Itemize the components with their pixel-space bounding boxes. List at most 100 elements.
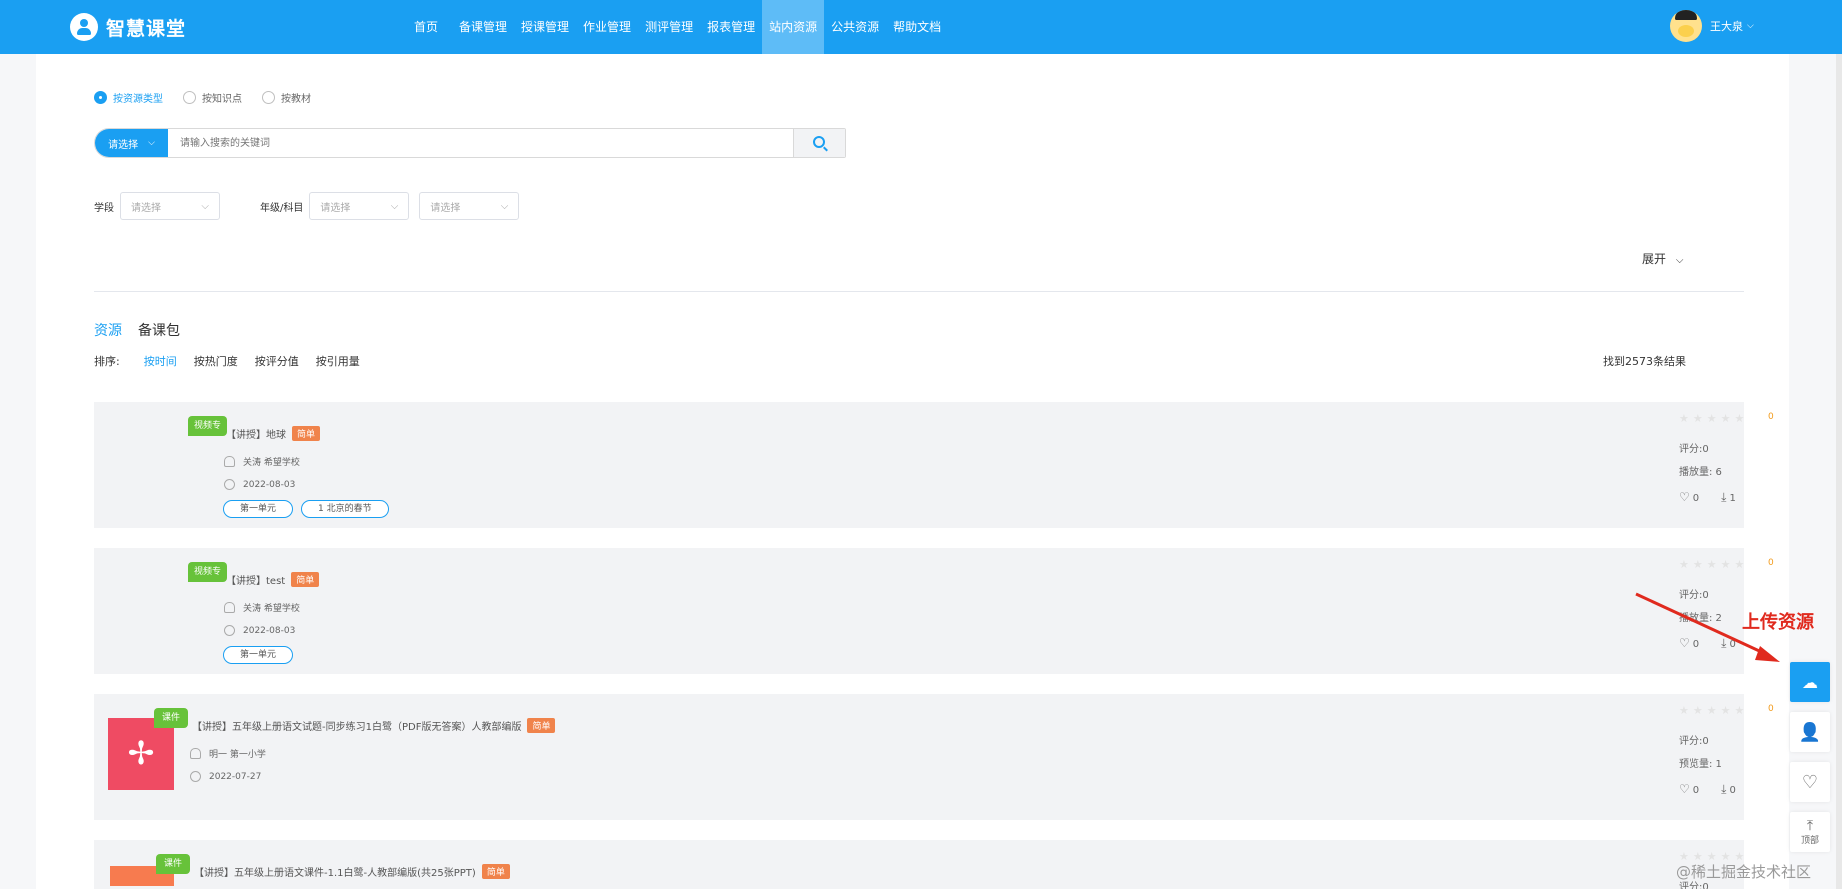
dropdown-placeholder: 请选择 (131, 202, 161, 214)
views: 播放量: 6 (1679, 467, 1722, 478)
card-title[interactable]: 【讲授】test (226, 572, 285, 587)
nav-reports[interactable]: 报表管理 (700, 0, 762, 54)
radio-label: 按教材 (281, 94, 311, 105)
download-button[interactable]: ⤓ 0 (1721, 636, 1736, 651)
card-title-row: 【讲授】五年级上册语文试题-同步练习1白鹭（PDF版无答案）人教部编版 简单 (192, 718, 556, 733)
download-button[interactable]: ⤓ 0 (1721, 782, 1736, 797)
card-actions: ♡ 0 ⤓ 0 (1679, 636, 1736, 651)
tag[interactable]: 第一单元 (223, 646, 294, 664)
score-panel: ★★★★★ 0 评分:0 播放量: 6 ♡ 0 ⤓ 1 (1679, 402, 1789, 528)
app-logo[interactable]: 智慧课堂 (70, 13, 186, 41)
contributor-button[interactable]: 👤 (1790, 712, 1830, 752)
author-row: 明一 第一小学 (190, 747, 266, 760)
like-button[interactable]: ♡ 0 (1679, 782, 1699, 797)
card-title-row: 【讲授】test 简单 (226, 572, 320, 587)
resource-card[interactable]: 课件 【讲授】五年级上册语文试题-同步练习1白鹭（PDF版无答案）人教部编版 简… (94, 694, 1774, 820)
content-tabs: 资源 备课包 (94, 320, 180, 340)
download-count: 0 (1729, 785, 1736, 796)
resource-card[interactable]: 课件 【讲授】五年级上册语文课件-1.1白鹭-人教部编版(共25张PPT) 简单… (94, 840, 1744, 889)
subject-dropdown[interactable]: 请选择 ⌵ (419, 192, 520, 220)
tab-resources[interactable]: 资源 (94, 320, 122, 340)
download-icon: ⤓ (1721, 490, 1727, 504)
date-row: 2022-08-03 (224, 625, 295, 636)
search-input[interactable] (168, 129, 793, 157)
like-count: 0 (1692, 493, 1700, 504)
card-title[interactable]: 【讲授】五年级上册语文试题-同步练习1白鹭（PDF版无答案）人教部编版 (192, 718, 521, 733)
sort-by-rating[interactable]: 按评分值 (255, 353, 299, 369)
sort-by-popularity[interactable]: 按热门度 (194, 353, 238, 369)
page-scrollbar[interactable] (1836, 54, 1842, 889)
user-upload-icon: 👤 (1798, 721, 1822, 743)
back-to-top-button[interactable]: ⤒ 顶部 (1790, 812, 1830, 852)
search-button[interactable] (793, 129, 845, 157)
main-nav: 首页 备课管理 授课管理 作业管理 测评管理 报表管理 站内资源 公共资源 帮助… (400, 0, 948, 54)
user-menu[interactable]: 王大泉 ⌵ (1670, 10, 1754, 42)
difficulty-tag: 简单 (291, 572, 320, 587)
school-dropdown[interactable]: 请选择 ⌵ (120, 192, 220, 220)
resource-card[interactable]: 视频专 【讲授】test 简单 关涛 希望学校 2022-08-03 第一单元 … (94, 548, 1774, 674)
tab-lesson-packs[interactable]: 备课包 (138, 320, 180, 340)
like-button[interactable]: ♡ 0 (1679, 490, 1699, 505)
type-badge: 视频专 (188, 416, 228, 436)
search-type-select[interactable]: 请选择 ⌵ (95, 129, 168, 157)
avatar[interactable] (1670, 10, 1702, 42)
date-row: 2022-08-03 (224, 479, 295, 490)
chevron-down-icon: ⌵ (500, 200, 509, 212)
star-rating[interactable]: ★★★★★ (1679, 558, 1748, 571)
nav-public-resources[interactable]: 公共资源 (824, 0, 886, 54)
nav-teaching[interactable]: 授课管理 (514, 0, 576, 54)
author: 关涛 希望学校 (243, 458, 300, 468)
radio-dot (262, 91, 275, 104)
heart-icon: ♡ (1679, 490, 1690, 504)
radio-by-knowledge[interactable]: 按知识点 (183, 90, 242, 105)
filter-dropdowns: 学段 请选择 ⌵ 年级/科目 请选择 ⌵ 请选择 ⌵ (94, 192, 520, 220)
date: 2022-08-03 (243, 625, 296, 636)
select-label: 请选择 (108, 139, 139, 151)
difficulty-tag: 简单 (527, 718, 556, 733)
radio-by-type[interactable]: 按资源类型 (94, 90, 163, 105)
cloud-upload-icon: ☁ (1802, 672, 1818, 692)
rating-value: 0 (1768, 558, 1774, 568)
pdf-thumbnail[interactable] (108, 718, 174, 790)
rating-value: 0 (1768, 412, 1774, 422)
sort-label: 排序: (94, 355, 120, 368)
like-button[interactable]: ♡ 0 (1679, 636, 1699, 651)
nav-lesson-prep[interactable]: 备课管理 (452, 0, 514, 54)
person-icon (190, 748, 201, 759)
tag[interactable]: 第一单元 (223, 500, 294, 518)
type-badge: 课件 (156, 854, 191, 874)
top-label: 顶部 (1800, 835, 1819, 846)
download-icon: ⤓ (1721, 782, 1727, 796)
nav-home[interactable]: 首页 (400, 0, 452, 54)
star-rating[interactable]: ★★★★★ (1679, 704, 1748, 717)
score: 评分:0 (1679, 590, 1709, 601)
nav-help[interactable]: 帮助文档 (886, 0, 948, 54)
author-row: 关涛 希望学校 (224, 455, 300, 468)
upload-button[interactable]: ☁ (1790, 662, 1830, 702)
favorites-button[interactable]: ♡ (1790, 762, 1830, 802)
clock-icon (224, 625, 235, 636)
radio-by-textbook[interactable]: 按教材 (262, 90, 311, 105)
card-title[interactable]: 【讲授】地球 (226, 426, 286, 441)
views: 预览量: 1 (1679, 759, 1722, 770)
chevron-down-icon: ⌵ (201, 200, 209, 212)
sort-by-references[interactable]: 按引用量 (316, 353, 360, 369)
nav-assessment[interactable]: 测评管理 (638, 0, 700, 54)
search-bar: 请选择 ⌵ (94, 128, 846, 158)
sort-by-time[interactable]: 按时间 (144, 353, 177, 369)
author-row: 关涛 希望学校 (224, 601, 300, 614)
nav-homework[interactable]: 作业管理 (576, 0, 638, 54)
rating-value: 0 (1768, 704, 1774, 714)
card-title[interactable]: 【讲授】五年级上册语文课件-1.1白鹭-人教部编版(共25张PPT) (194, 864, 476, 879)
resource-card[interactable]: 视频专 【讲授】地球 简单 关涛 希望学校 2022-08-03 第一单元 1 … (94, 402, 1774, 528)
tag-list: 第一单元 (223, 646, 294, 664)
grade-dropdown[interactable]: 请选择 ⌵ (309, 192, 410, 220)
tag[interactable]: 1 北京的春节 (301, 500, 389, 518)
expand-toggle[interactable]: 展开 ⌵ (1642, 250, 1683, 267)
result-count: 找到2573条结果 (1603, 355, 1686, 368)
nav-site-resources[interactable]: 站内资源 (762, 0, 825, 54)
star-rating[interactable]: ★★★★★ (1679, 412, 1748, 425)
download-button[interactable]: ⤓ 1 (1721, 490, 1736, 505)
radio-dot (183, 91, 196, 104)
top-navbar: 智慧课堂 首页 备课管理 授课管理 作业管理 测评管理 报表管理 站内资源 公共… (0, 0, 1842, 54)
